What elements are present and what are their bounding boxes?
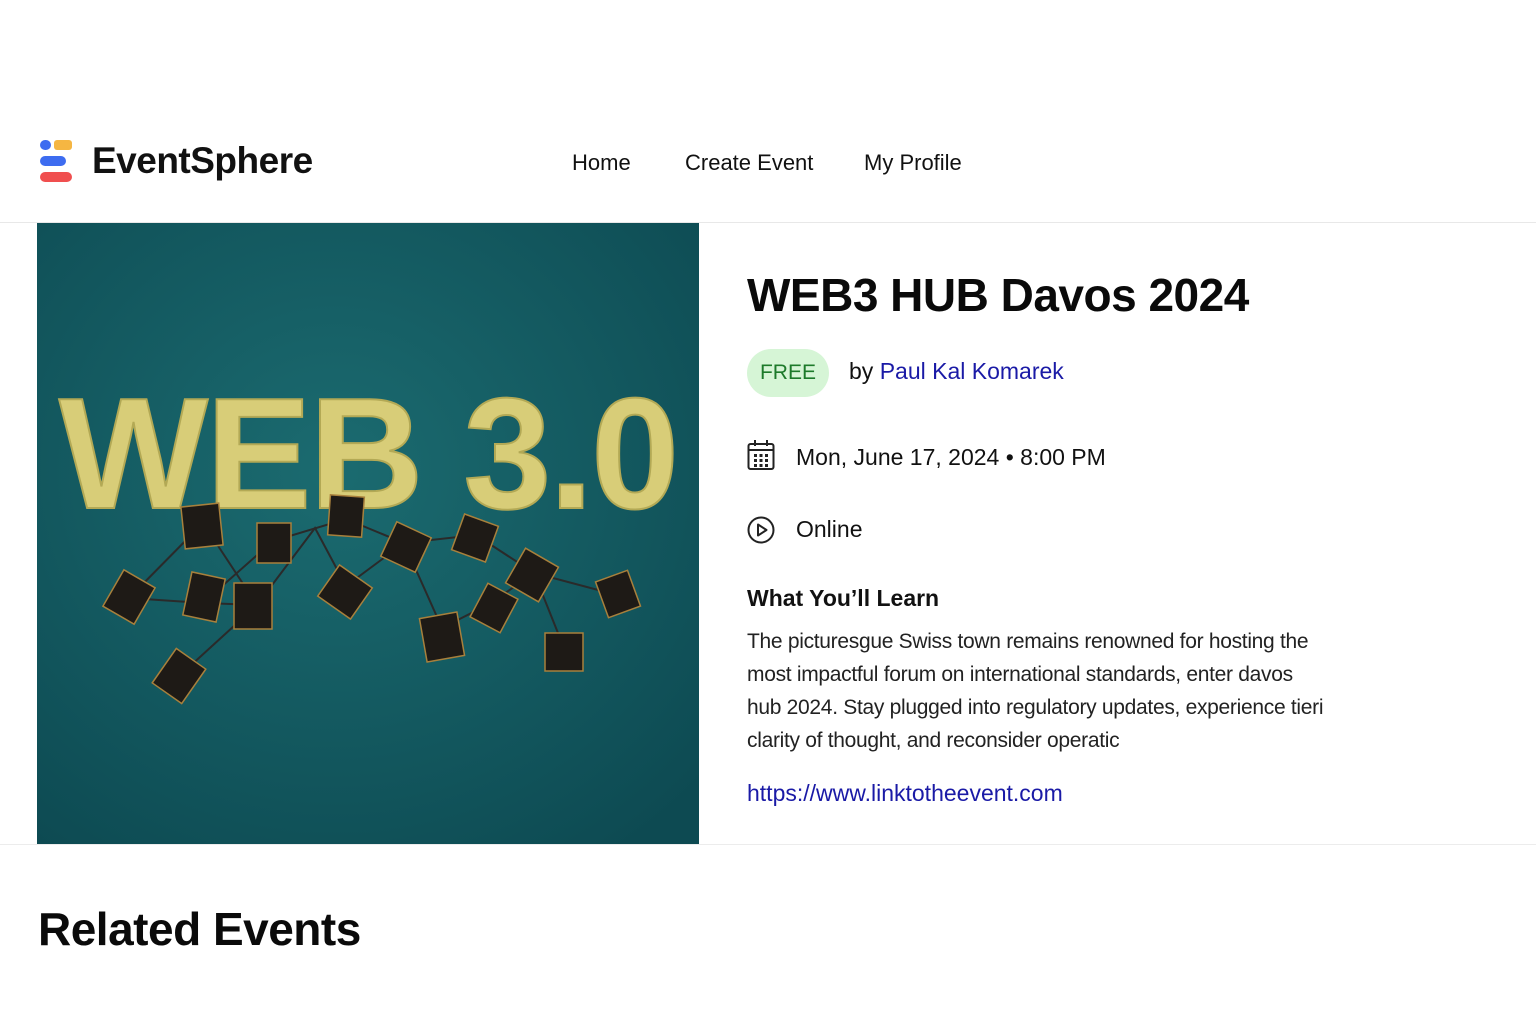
play-circle-icon — [747, 516, 775, 544]
top-header: EventSphere Home Create Event My Profile — [0, 110, 1536, 223]
nav-home[interactable]: Home — [572, 150, 631, 176]
nav-my-profile[interactable]: My Profile — [864, 150, 962, 176]
nav-create-event[interactable]: Create Event — [685, 150, 813, 176]
price-badge: FREE — [747, 349, 829, 397]
related-events-heading: Related Events — [38, 903, 361, 955]
organizer-line: by Paul Kal Komarek — [849, 358, 1064, 385]
event-datetime: Mon, June 17, 2024 • 8:00 PM — [796, 444, 1106, 470]
event-cover-image: WEB 3.0 — [37, 223, 699, 844]
section-divider — [0, 844, 1536, 845]
event-url-link[interactable]: https://www.linktotheevent.com — [747, 780, 1063, 807]
eventsphere-logo-icon[interactable] — [39, 139, 73, 183]
event-location: Online — [796, 516, 863, 542]
calendar-icon — [747, 440, 775, 470]
learn-heading: What You’ll Learn — [747, 585, 940, 611]
brand-name[interactable]: EventSphere — [92, 140, 313, 182]
cover-image-text: WEB 3.0 — [59, 366, 677, 542]
event-title: WEB3 HUB Davos 2024 — [747, 269, 1249, 321]
organizer-link[interactable]: Paul Kal Komarek — [880, 358, 1064, 384]
by-prefix: by — [849, 358, 874, 384]
event-description: The picturesgue Swiss town remains renow… — [747, 630, 1324, 752]
